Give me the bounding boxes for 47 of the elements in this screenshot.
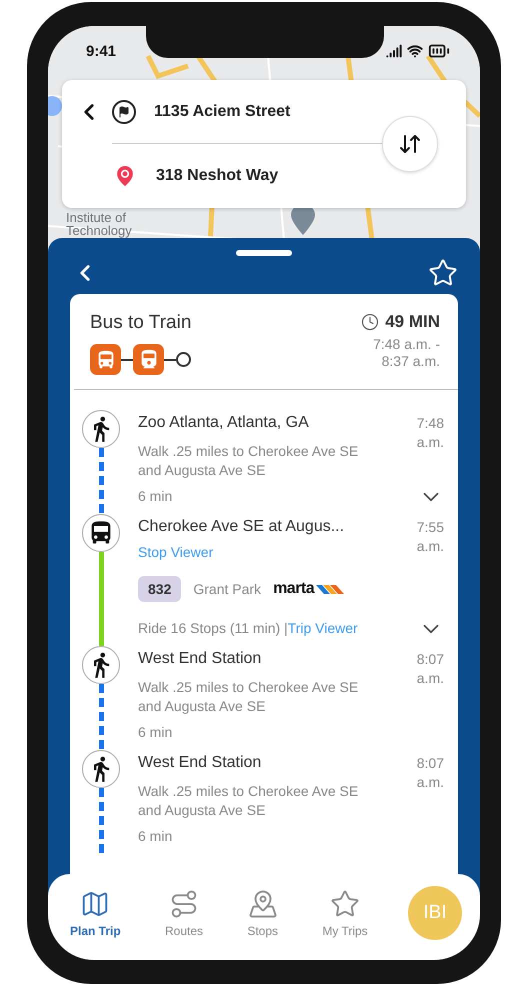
clock-icon xyxy=(361,313,380,331)
walking-person-icon xyxy=(82,646,120,684)
tab[interactable]: Routes xyxy=(161,888,208,938)
bus-icon xyxy=(82,514,120,552)
wifi-icon xyxy=(407,43,423,59)
leg-time: 7:48 a.m. xyxy=(416,414,444,452)
favorite-star-button[interactable] xyxy=(428,258,458,288)
bus-icon xyxy=(90,344,121,375)
route-name: Grant Park xyxy=(193,581,262,597)
agency-logo: marta xyxy=(273,580,344,598)
signal-icon xyxy=(386,43,402,59)
trip-duration: 49 MIN xyxy=(350,312,440,332)
tab[interactable]: Plan Trip xyxy=(66,888,125,938)
stop-name: West End Station xyxy=(138,650,262,668)
leg-time: 8:07 a.m. xyxy=(416,754,444,792)
stop-viewer-link[interactable]: Stop Viewer xyxy=(138,544,384,560)
train-icon xyxy=(133,344,164,375)
ride-summary: Ride 16 Stops (11 min) |Trip Viewer xyxy=(138,620,359,636)
flag-icon xyxy=(112,100,136,124)
walk-directions: Walk .25 miles to Cherokee Ave SE and Augusta Ave SE xyxy=(138,442,360,480)
leg-time: 7:55 a.m. xyxy=(416,518,444,556)
star-icon xyxy=(330,888,360,918)
drag-handle[interactable] xyxy=(236,250,292,256)
tab[interactable]: My Trips xyxy=(318,888,372,938)
walk-duration: 6 min xyxy=(138,828,174,844)
stop-name: Zoo Atlanta, Atlanta, GA xyxy=(138,414,310,432)
map-pin-icon xyxy=(248,888,278,918)
tab[interactable]: Stops xyxy=(243,888,282,938)
walk-directions: Walk .25 miles to Cherokee Ave SE and Augusta Ave SE xyxy=(138,782,360,820)
walking-person-icon xyxy=(82,410,120,448)
map-label: Institute of Technology xyxy=(66,209,133,238)
trip-times: 7:48 a.m. - 8:37 a.m. xyxy=(372,336,440,370)
walk-duration: 6 min xyxy=(138,724,174,740)
itinerary-title: Bus to Train xyxy=(90,312,192,333)
stop-name: Cherokee Ave SE at Augus... xyxy=(138,518,346,536)
leg-time: 8:07 a.m. xyxy=(416,650,444,688)
status-time: 9:41 xyxy=(86,42,116,60)
destination-field[interactable]: 318 Neshot Way xyxy=(156,167,278,185)
route-number: 832 xyxy=(138,576,182,602)
walk-duration: 6 min xyxy=(138,488,174,504)
swap-button[interactable] xyxy=(382,116,438,172)
swap-arrows-icon xyxy=(398,132,422,156)
origin-field[interactable]: 1135 Aciem Street xyxy=(154,102,290,120)
walk-directions: Walk .25 miles to Cherokee Ave SE and Augusta Ave SE xyxy=(138,678,360,716)
stop-name: West End Station xyxy=(138,754,262,772)
trip-viewer-link[interactable]: Trip Viewer xyxy=(288,620,358,636)
walking-person-icon xyxy=(82,750,120,788)
